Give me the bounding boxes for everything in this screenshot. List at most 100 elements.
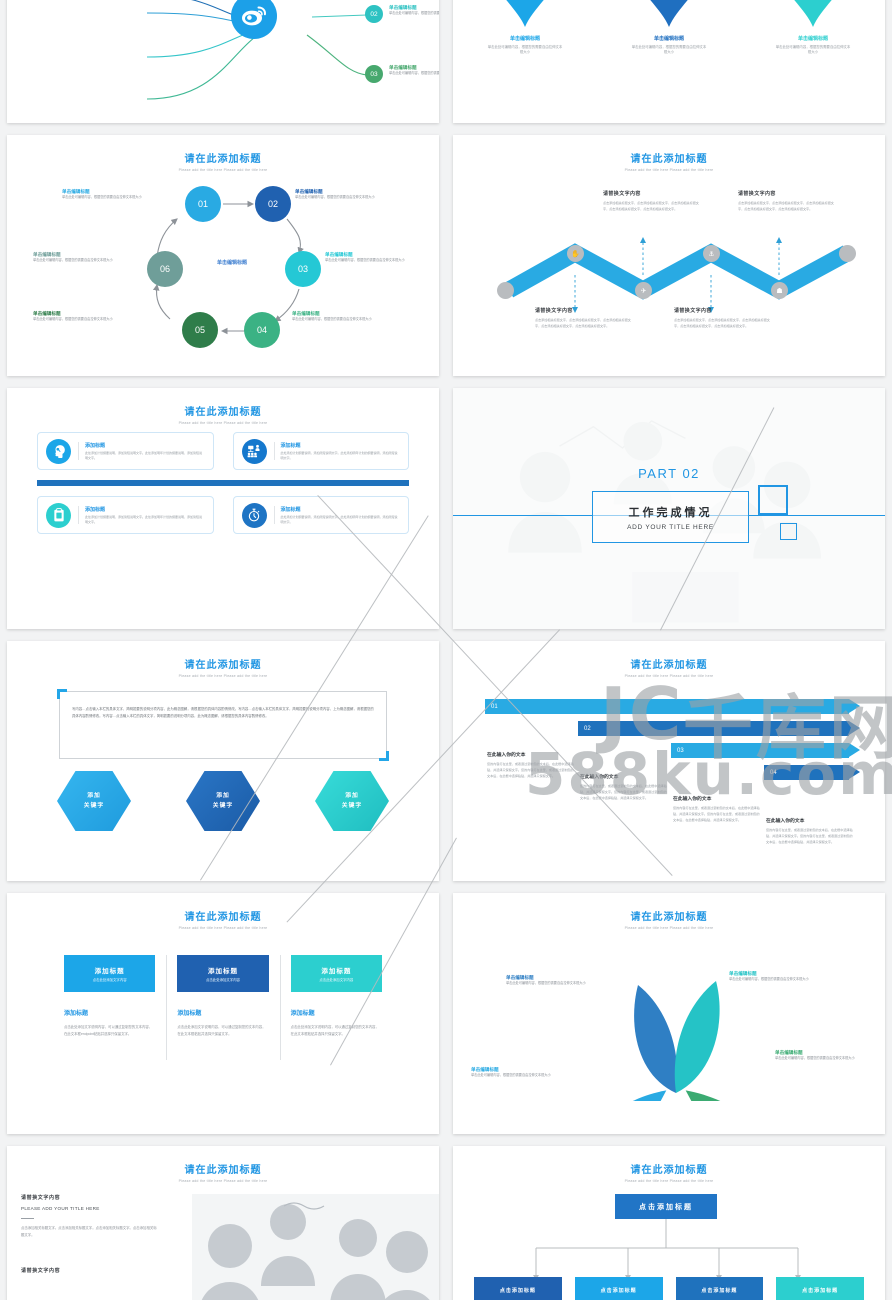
pin-item[interactable]: 单击编辑标题 单击编辑标题 单击此处可编辑内容，根据您的需要自由拉伸文本框大小 — [487, 0, 563, 56]
slide-cell-mindmap[interactable]: 单击编辑标题 单击此处可编辑内容，根据您的需要自由拉伸文本框大小 单击编辑标题 … — [0, 0, 446, 130]
hex-keyword-2[interactable]: 添加 关键字 — [186, 771, 260, 831]
page-subtitle: Please add the title here Please add the… — [178, 674, 268, 678]
info-card[interactable]: 添加标题 此处添加计划纲要说明，添加简短说明文字。此处添加明年计划的纲要说明，添… — [37, 432, 214, 470]
zigzag-text-block[interactable]: 请替换文字内容 点击添加相关标题文字，点击添加相关标题文字，点击添加相关标题文字… — [535, 307, 635, 329]
column-block[interactable]: 添加标题 点击此处添加文字内容 添加标题 点击此处添加文字说明内容，可以通过复制… — [64, 955, 156, 1038]
arrow-text-04[interactable]: 在此输入你的文本 您的内容打在这里，或者通过复制您的文本后，在此框中选择粘贴，并… — [766, 817, 854, 846]
pin-marker-icon — [794, 0, 832, 27]
slide-pins[interactable]: 单击编辑标题 单击编辑标题 单击此处可编辑内容，根据您的需要自由拉伸文本框大小 … — [453, 0, 885, 123]
page-title: 请在此添加标题 — [630, 912, 708, 923]
cycle-label-06[interactable]: 单击编辑标题 单击此处可编辑内容，根据您的需要自由拉伸文本框大小 — [33, 252, 145, 263]
cycle-label-04[interactable]: 单击编辑标题 单击此处可编辑内容，根据您的需要自由拉伸文本框大小 — [292, 311, 404, 322]
slide-cell-orgchart[interactable]: 请在此添加标题 Please add the title here Please… — [446, 1141, 892, 1300]
arrow-bar-04[interactable]: 04 — [764, 765, 860, 780]
arrow-text-01[interactable]: 在此输入你的文本 您的内容打在这里，或者通过复制您的文本后，在此框中选择粘贴，并… — [487, 751, 575, 780]
slide-cell-threecols[interactable]: 请在此添加标题 Please add the title here Please… — [0, 888, 446, 1141]
column-block[interactable]: 添加标题 点击此处添加文字内容 添加标题 点击此处添加文字说明内容，可以通过复制… — [166, 955, 269, 1061]
slide-cell-cycle[interactable]: 请在此添加标题 Please add the title here Please… — [0, 130, 446, 383]
zigzag-band — [504, 237, 852, 313]
cycle-label-03[interactable]: 单击编辑标题 单击此处可编辑内容，根据您的需要自由拉伸文本框大小 — [325, 252, 437, 263]
info-card[interactable]: 添加标题 此处添加计划纲要说明，添加简短说明文字。此处添加明年计划的纲要说明，添… — [232, 432, 409, 470]
boat-icon: ⚓ — [703, 245, 720, 262]
cycle-center-label: 单击编辑标题 — [216, 260, 247, 266]
slide-cell-pins[interactable]: 单击编辑标题 单击编辑标题 单击此处可编辑内容，根据您的需要自由拉伸文本框大小 … — [446, 0, 892, 130]
zigzag-text-block[interactable]: 请替换文字内容 点击添加相关标题文字，点击添加相关标题文字，点击添加相关标题文字… — [674, 307, 774, 329]
cycle-node-05[interactable]: 05 — [182, 312, 218, 348]
template-preview-page: 单击编辑标题 单击此处可编辑内容，根据您的需要自由拉伸文本框大小 单击编辑标题 … — [0, 0, 892, 1300]
pin-item[interactable]: 单击编辑标题 单击编辑标题 单击此处可编辑内容，根据您的需要自由拉伸文本框大小 — [631, 0, 707, 56]
slide-cell-photo[interactable]: 请在此添加标题 Please add the title here Please… — [0, 1141, 446, 1300]
hex-keyword-1[interactable]: 添加 关键字 — [57, 771, 131, 831]
slide-orgchart[interactable]: 请在此添加标题 Please add the title here Please… — [453, 1146, 885, 1300]
cycle-node-06[interactable]: 06 — [147, 251, 183, 287]
cycle-node-02[interactable]: 02 — [255, 186, 291, 222]
decorative-square-small — [780, 523, 797, 540]
mindmap-node-03[interactable]: 03 单击编辑标题 单击此处可编辑内容，根据您的需要自由拉伸文本框大小 — [365, 65, 439, 83]
info-card[interactable]: 添加标题 此处添加计划纲要说明，添加简短说明文字。此处添加明年计划的纲要说明，添… — [232, 496, 409, 534]
arrow-text-body: 您的内容打在这里，或者通过复制您的文本后，在此框中选择粘贴，并选择只保留文字。您… — [673, 806, 760, 822]
slide-cell-leaves[interactable]: 请在此添加标题 Please add the title here Please… — [446, 888, 892, 1141]
pin-item[interactable]: 单击编辑标题 单击编辑标题 单击此处可编辑内容，根据您的需要自由拉伸文本框大小 — [775, 0, 851, 56]
mindmap-node-body: 单击此处可编辑内容，根据您的需要自由拉伸文本框大小 — [389, 11, 439, 15]
zigzag-text-block[interactable]: 请替换文字内容 点击添加相关标题文字，点击添加相关标题文字，点击添加相关标题文字… — [603, 190, 703, 212]
cover-title-cn: 工作完成情况 — [628, 506, 713, 519]
slide-cell-hexagons[interactable]: 请在此添加标题 Please add the title here Please… — [0, 636, 446, 888]
zigzag-text-block[interactable]: 请替换文字内容 点击添加相关标题文字，点击添加相关标题文字，点击添加相关标题文字… — [738, 190, 838, 212]
arrow-bar-03[interactable]: 03 — [671, 743, 860, 758]
card-title: 添加标题 — [280, 506, 301, 513]
slide-mindmap[interactable]: 单击编辑标题 单击此处可编辑内容，根据您的需要自由拉伸文本框大小 单击编辑标题 … — [7, 0, 439, 123]
slide-cell-cover[interactable]: PART 02 工作完成情况 ADD YOUR TITLE HERE — [446, 383, 892, 636]
corner-bracket-bottom-right — [379, 751, 389, 761]
arrow-text-02[interactable]: 在此输入你的文本 您的内容打在这里，或者通过复制您的文本后，在此框中选择粘贴，并… — [580, 773, 668, 802]
orgchart-leaf-node[interactable]: 点击添加标题 — [574, 1277, 663, 1300]
hand-icon: ✋ — [567, 245, 584, 262]
cycle-label-01[interactable]: 单击编辑标题 单击此处可编辑内容，根据您的需要自由拉伸文本框大小 — [62, 189, 174, 200]
column-block[interactable]: 添加标题 点击此处添加文字内容 添加标题 点击此处添加文字说明内容，可以通过复制… — [279, 955, 382, 1061]
paragraph-box[interactable]: 写内容…点击输入本栏的具体文字，简明扼要的说明分项内容，此为概念图解，请根据您的… — [57, 689, 389, 761]
mindmap-node-02[interactable]: 02 单击编辑标题 单击此处可编辑内容，根据您的需要自由拉伸文本框大小 — [365, 5, 439, 23]
slide-cycle[interactable]: 请在此添加标题 Please add the title here Please… — [7, 135, 439, 376]
leaf-label-top-right[interactable]: 单击编辑标题 单击此处可编辑内容，根据您的需要自由拉伸文本框大小 — [729, 971, 825, 982]
cycle-node-01[interactable]: 01 — [185, 186, 221, 222]
slide-cell-arrowbars[interactable]: 请在此添加标题 Please add the title here Please… — [446, 636, 892, 888]
orgchart-leaf-node[interactable]: 点击添加标题 — [675, 1277, 764, 1300]
cycle-label-02[interactable]: 单击编辑标题 单击此处可编辑内容，根据您的需要自由拉伸文本框大小 — [295, 189, 407, 200]
orgchart-root-node[interactable]: 点击添加标题 — [615, 1194, 717, 1219]
slide-threecols[interactable]: 请在此添加标题 Please add the title here Please… — [7, 893, 439, 1134]
slide-cell-zigzag[interactable]: 请在此添加标题 Please add the title here Please… — [446, 130, 892, 383]
slide-cover-part02[interactable]: PART 02 工作完成情况 ADD YOUR TITLE HERE — [453, 388, 885, 629]
team-photo — [192, 1194, 439, 1300]
slide-hexagons[interactable]: 请在此添加标题 Please add the title here Please… — [7, 641, 439, 881]
hex-keyword-3[interactable]: 添加 关键字 — [315, 771, 389, 831]
card-body: 此处添加计划纲要说明，添加简短说明文字。此处添加明年计划的纲要说明，添加简短说明… — [280, 450, 398, 460]
arrow-text-heading: 在此输入你的文本 — [487, 753, 526, 758]
pin-title: 单击编辑标题 — [653, 36, 684, 42]
orgchart-leaf-node[interactable]: 点击添加标题 — [474, 1277, 562, 1300]
leaf-label-body: 单击此处可编辑内容，根据您的需要自由拉伸文本框大小 — [729, 977, 809, 981]
card-row-bottom: 添加标题 此处添加计划纲要说明，添加简短说明文字。此处添加明年计划的纲要说明，添… — [37, 496, 409, 534]
cycle-label-05[interactable]: 单击编辑标题 单击此处可编辑内容，根据您的需要自由拉伸文本框大小 — [33, 311, 145, 322]
slide-zigzag[interactable]: 请在此添加标题 Please add the title here Please… — [453, 135, 885, 376]
slide-cell-cards[interactable]: 请在此添加标题 Please add the title here Please… — [0, 383, 446, 636]
cycle-label-body: 单击此处可编辑内容，根据您的需要自由拉伸文本框大小 — [295, 195, 375, 199]
arrow-bar-number: 04 — [770, 769, 777, 776]
orgchart-leaf-node[interactable]: 点击添加标题 — [776, 1277, 864, 1300]
slide-cards[interactable]: 请在此添加标题 Please add the title here Please… — [7, 388, 439, 629]
column-header: 添加标题 点击此处添加文字内容 — [64, 955, 156, 992]
cycle-node-04[interactable]: 04 — [244, 312, 280, 348]
slide-arrowbars[interactable]: 请在此添加标题 Please add the title here Please… — [453, 641, 885, 881]
card-title: 添加标题 — [85, 442, 106, 449]
slide-leaves[interactable]: 请在此添加标题 Please add the title here Please… — [453, 893, 885, 1134]
column-title: 添加标题 — [290, 1011, 315, 1017]
leaf-label-bottom-right[interactable]: 单击编辑标题 单击此处可编辑内容，根据您的需要自由拉伸文本框大小 — [775, 1050, 871, 1061]
arrow-text-03[interactable]: 在此输入你的文本 您的内容打在这里，或者通过复制您的文本后，在此框中选择粘贴，并… — [673, 795, 761, 824]
cover-part-label: PART 02 — [638, 466, 700, 481]
slide-photo-text[interactable]: 请在此添加标题 Please add the title here Please… — [7, 1146, 439, 1300]
leaf-label-bottom-left[interactable]: 单击编辑标题 单击此处可编辑内容，根据您的需要自由拉伸文本框大小 — [471, 1067, 567, 1078]
info-card[interactable]: 添加标题 此处添加计划纲要说明，添加简短说明文字。此处添加明年计划的纲要说明，添… — [37, 496, 214, 534]
leaf-label-top-left[interactable]: 单击编辑标题 单击此处可编辑内容，根据您的需要自由拉伸文本框大小 — [506, 975, 602, 986]
photo-text-block[interactable]: 请替换文字内容 PLEASE ADD YOUR TITLE HERE 点击添加相… — [21, 1194, 157, 1274]
arrow-bar-01[interactable]: 01 — [485, 699, 860, 714]
cycle-node-03[interactable]: 03 — [285, 251, 321, 287]
arrow-bar-02[interactable]: 02 — [578, 721, 860, 736]
